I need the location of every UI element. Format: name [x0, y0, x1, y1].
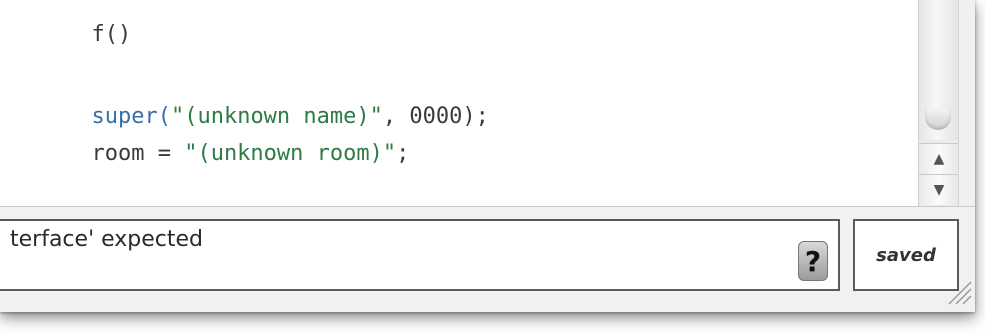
- scroll-up-button[interactable]: ▲: [919, 143, 959, 174]
- code-editor[interactable]: f() super("(unknown name)", 0000); room …: [0, 0, 918, 206]
- save-status-label: saved: [876, 244, 936, 266]
- error-message: terface' expected: [10, 227, 203, 252]
- error-message-box: terface' expected ?: [0, 219, 840, 291]
- code-token: ;: [396, 141, 410, 166]
- arrow-up-icon: ▲: [933, 151, 945, 167]
- code-line: room = "(unknown room)";: [12, 115, 409, 193]
- arrow-down-icon: ▼: [933, 182, 945, 198]
- status-area: terface' expected ? saved: [0, 206, 975, 312]
- resize-grip-icon[interactable]: [943, 276, 973, 306]
- code-string: "(unknown room)": [184, 141, 397, 166]
- editor-window: f() super("(unknown name)", 0000); room …: [0, 0, 975, 312]
- code-line: f(): [12, 0, 131, 74]
- help-button[interactable]: ?: [798, 241, 828, 281]
- code-token: f(): [91, 22, 132, 47]
- vertical-scrollbar[interactable]: ▲ ▼: [918, 0, 959, 206]
- scroll-down-button[interactable]: ▼: [919, 174, 959, 205]
- question-mark-icon: ?: [804, 244, 822, 278]
- code-token: room =: [91, 141, 185, 166]
